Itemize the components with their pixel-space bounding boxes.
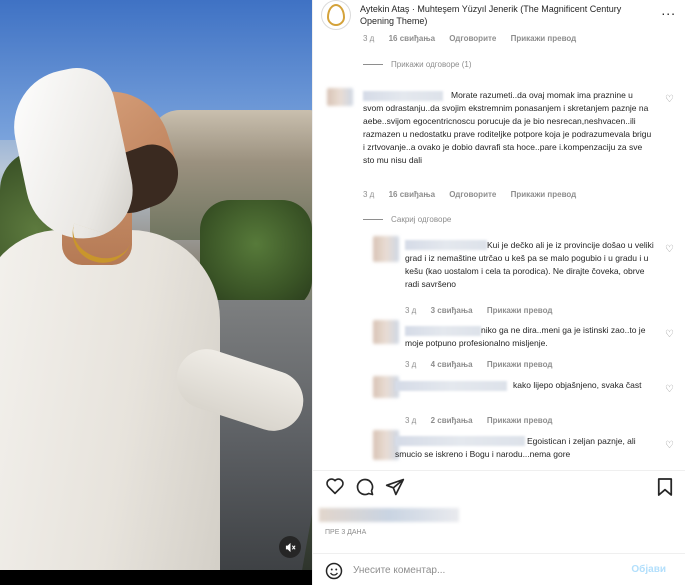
reply-button[interactable]: Одговорите — [449, 190, 496, 199]
reply-time: 3 д — [405, 360, 417, 369]
post-media[interactable] — [0, 0, 312, 570]
reply-likes[interactable]: 3 свиђања — [431, 306, 473, 315]
comment-icon[interactable] — [355, 477, 375, 502]
translate-button[interactable]: Прикажи превод — [487, 416, 553, 425]
translate-button[interactable]: Прикажи превод — [511, 190, 577, 199]
avatar[interactable] — [373, 236, 399, 262]
comment-meta-top: 3 д 16 свиђања Одговорите Прикажи превод — [363, 34, 588, 43]
comment-likes[interactable]: 16 свиђања — [389, 190, 435, 199]
reply-likes[interactable]: 4 свиђања — [431, 360, 473, 369]
toggle-line — [363, 219, 383, 220]
post-side-panel: Aytekin Ataş · Muhteşem Yüzyıl Jenerik (… — [312, 0, 685, 585]
media-bottom-bar — [0, 570, 312, 585]
toggle-line — [363, 64, 383, 65]
avatar[interactable] — [321, 0, 351, 30]
bookmark-icon[interactable] — [657, 477, 673, 502]
reply-time: 3 д — [405, 416, 417, 425]
reply-like-heart-icon[interactable]: ♡ — [665, 440, 674, 451]
translate-button[interactable]: Прикажи превод — [487, 360, 553, 369]
mute-icon[interactable] — [279, 536, 301, 558]
reply-meta: 3 д 3 свиђања Прикажи превод — [405, 306, 564, 315]
media-trees — [200, 200, 312, 310]
comment-time: 3 д — [363, 190, 375, 199]
reply-text: kako lijepo objašnjeno, svaka čast — [513, 380, 642, 390]
hide-replies-toggle[interactable]: Сакриј одговоре — [363, 215, 451, 224]
comment-like-heart-icon[interactable]: ♡ — [665, 94, 674, 105]
heart-icon[interactable] — [325, 477, 345, 500]
comment-composer: Објави — [313, 553, 685, 585]
post-actions-bar — [313, 470, 685, 502]
reply-like-heart-icon[interactable]: ♡ — [665, 329, 674, 340]
show-replies-toggle[interactable]: Прикажи одговоре (1) — [363, 60, 471, 69]
comment-likes[interactable]: 16 свиђања — [389, 34, 435, 43]
share-icon[interactable] — [385, 477, 405, 502]
more-options-icon[interactable]: ... — [661, 2, 676, 18]
translate-button[interactable]: Прикажи превод — [487, 306, 553, 315]
show-replies-label: Прикажи одговоре (1) — [391, 60, 472, 69]
reply-text: Egoistican i zeljan paznje, ali smucio s… — [395, 436, 636, 459]
reply-like-heart-icon[interactable]: ♡ — [665, 384, 674, 395]
reply-likes[interactable]: 2 свиђања — [431, 416, 473, 425]
hide-replies-label: Сакриј одговоре — [391, 215, 452, 224]
reply-text: niko ga ne dira..meni ga je istinski zao… — [405, 325, 646, 348]
brand-logo-icon — [327, 4, 345, 26]
reply-button[interactable]: Одговорите — [449, 34, 496, 43]
reply-text: Kui je dečko ali je iz provincije došao … — [405, 240, 654, 289]
reply-like-heart-icon[interactable]: ♡ — [665, 244, 674, 255]
translate-button[interactable]: Прикажи превод — [511, 34, 577, 43]
comment-meta: 3 д 16 свиђања Одговорите Прикажи превод — [363, 190, 588, 199]
emoji-icon[interactable] — [325, 562, 343, 584]
reply-meta: 3 д 2 свиђања Прикажи превод — [405, 416, 564, 425]
post-header: Aytekin Ataş · Muhteşem Yüzyıl Jenerik (… — [313, 0, 685, 34]
comment-time: 3 д — [363, 34, 375, 43]
likes-summary[interactable] — [319, 508, 459, 522]
reply-meta: 3 д 4 свиђања Прикажи превод — [405, 360, 564, 369]
comments-list[interactable]: 3 д 16 свиђања Одговорите Прикажи превод… — [313, 34, 685, 466]
comment-text: Morate razumeti..da ovaj momak ima prazn… — [363, 90, 652, 165]
avatar[interactable] — [373, 320, 399, 344]
reply-time: 3 д — [405, 306, 417, 315]
post-comment-button[interactable]: Објави — [631, 564, 666, 575]
post-timestamp: ПРЕ 3 ДАНА — [325, 529, 367, 536]
comment-input[interactable] — [353, 561, 623, 579]
post-audio-title[interactable]: Aytekin Ataş · Muhteşem Yüzyıl Jenerik (… — [360, 3, 630, 27]
avatar[interactable] — [327, 88, 353, 106]
